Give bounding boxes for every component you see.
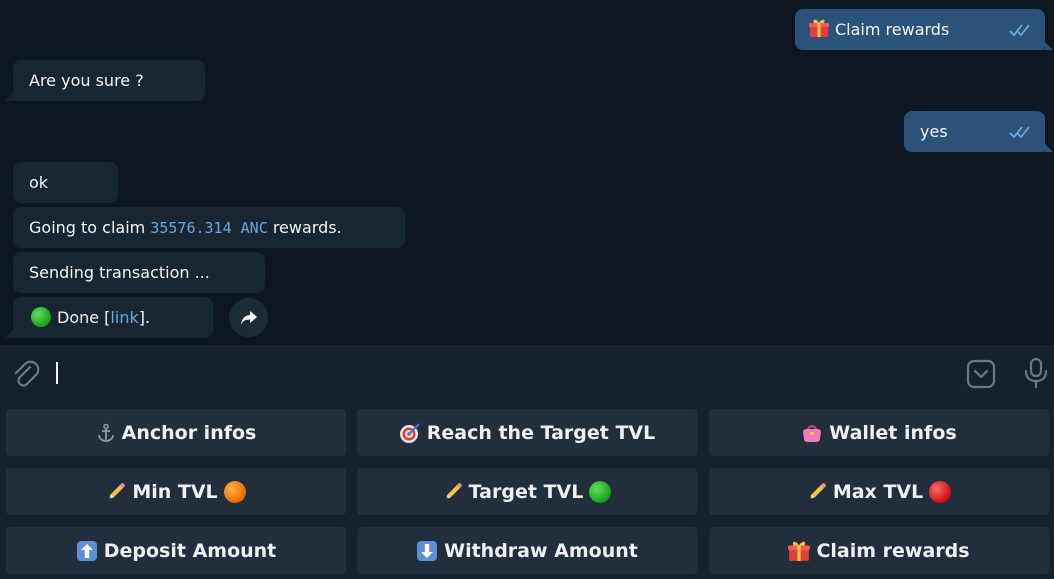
min-tvl-button[interactable]: Min TVL	[6, 468, 346, 515]
message-text-prefix: Going to claim	[29, 218, 151, 237]
withdraw-amount-button[interactable]: Withdraw Amount	[357, 527, 697, 574]
gift-icon	[788, 541, 811, 561]
button-label: Wallet infos	[829, 421, 957, 444]
double-check-icon	[1009, 126, 1030, 139]
button-label: Claim rewards	[816, 539, 970, 562]
bot-reply-keyboard: Anchor infos Reach the Target TVL Wallet…	[0, 402, 1054, 579]
message-input-bar	[0, 345, 1054, 402]
pencil-icon	[109, 482, 126, 499]
claim-amount: 35576.314 ANC	[150, 219, 268, 237]
purse-icon	[803, 424, 822, 442]
orange-circle-icon	[223, 480, 246, 503]
pencil-icon	[809, 482, 826, 499]
message-text-suffix: ].	[138, 308, 151, 327]
message-incoming[interactable]: Sending transaction ...	[13, 252, 265, 293]
message-text-suffix: rewards.	[267, 218, 342, 237]
anchor-infos-button[interactable]: Anchor infos	[6, 409, 346, 456]
down-arrow-icon	[417, 540, 438, 561]
message-text: yes	[920, 122, 948, 141]
message-incoming[interactable]: Are you sure ?	[13, 60, 205, 101]
button-label: Anchor infos	[121, 421, 257, 444]
button-label: Min TVL	[132, 480, 218, 503]
bubble-tail	[5, 93, 13, 101]
message-text-prefix: Done [	[57, 308, 111, 327]
deposit-amount-button[interactable]: Deposit Amount	[6, 527, 346, 574]
message-text-input[interactable]	[50, 355, 940, 392]
message-incoming[interactable]: Going to claim 35576.314 ANC rewards.	[13, 207, 405, 248]
green-circle-icon	[31, 307, 51, 327]
pencil-icon	[445, 482, 462, 499]
target-tvl-button[interactable]: Target TVL	[357, 468, 697, 515]
message-text: Claim rewards	[835, 20, 950, 39]
red-circle-icon	[929, 480, 952, 503]
up-arrow-icon	[76, 540, 97, 561]
message-incoming[interactable]: ok	[13, 162, 118, 203]
button-label: Max TVL	[832, 480, 924, 503]
message-text: Are you sure ?	[29, 71, 144, 90]
max-tvl-button[interactable]: Max TVL	[709, 468, 1049, 515]
paperclip-icon[interactable]	[10, 359, 40, 389]
message-text: Sending transaction ...	[29, 263, 210, 282]
gift-icon	[809, 19, 829, 37]
anchor-icon	[97, 423, 114, 442]
reach-target-tvl-button[interactable]: Reach the Target TVL	[357, 409, 697, 456]
button-label: Withdraw Amount	[444, 539, 638, 562]
double-check-icon	[1009, 24, 1030, 37]
target-icon	[399, 422, 420, 443]
bubble-tail	[5, 330, 13, 338]
forward-button[interactable]	[229, 298, 268, 337]
green-circle-icon	[589, 480, 612, 503]
message-text: ok	[29, 173, 49, 192]
bubble-tail	[1045, 144, 1053, 152]
message-incoming[interactable]: Done [link].	[13, 297, 213, 338]
message-outgoing[interactable]: Claim rewards	[795, 9, 1045, 50]
button-label: Deposit Amount	[103, 539, 277, 562]
wallet-infos-button[interactable]: Wallet infos	[709, 409, 1049, 456]
chat-history[interactable]: Claim rewards Are you sure ? yes ok Goin…	[0, 0, 1054, 345]
microphone-icon[interactable]	[1022, 357, 1050, 389]
claim-rewards-button[interactable]: Claim rewards	[709, 527, 1049, 574]
button-label: Reach the Target TVL	[426, 421, 656, 444]
text-cursor	[56, 362, 58, 384]
sticker-icon[interactable]	[966, 359, 996, 389]
bubble-tail	[1045, 42, 1053, 50]
message-outgoing[interactable]: yes	[904, 111, 1045, 152]
share-arrow-icon	[240, 310, 257, 325]
transaction-link[interactable]: link	[110, 308, 138, 327]
button-label: Target TVL	[468, 480, 584, 503]
